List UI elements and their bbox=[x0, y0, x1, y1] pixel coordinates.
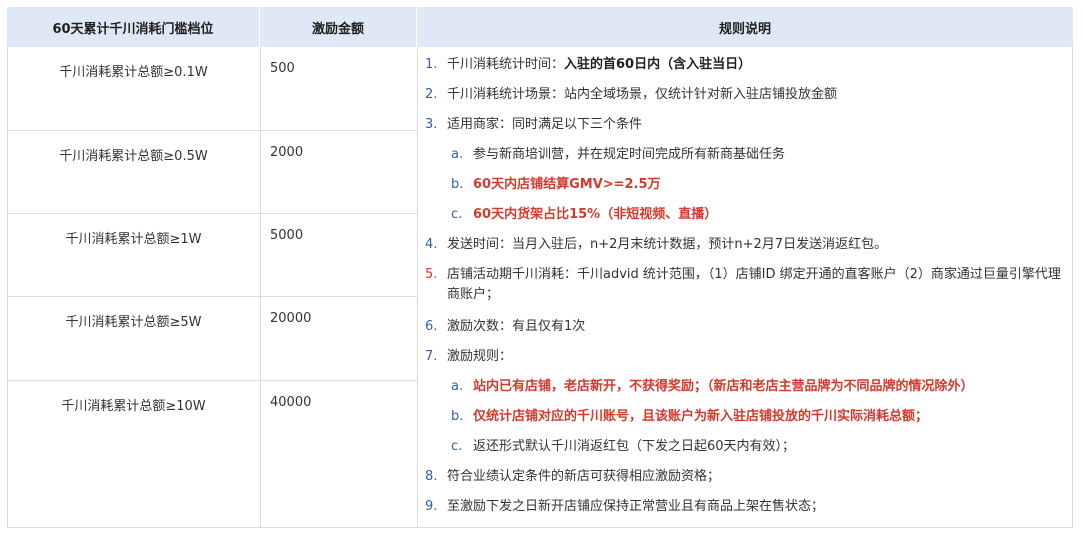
header-amount: 激励金额 bbox=[260, 7, 417, 47]
rule-subitem: b. 60天内店铺结算GMV>=2.5万 bbox=[425, 175, 1073, 205]
tier-amount: 40000 bbox=[270, 395, 312, 410]
rule-item: 5. 店铺活动期千川消耗：千川advid 统计范围，（1）店铺ID 绑定开通的直… bbox=[425, 265, 1073, 317]
rule-text: 参与新商培训营，并在规定时间完成所有新商基础任务 bbox=[473, 147, 786, 162]
rule-text: 返还形式默认千川消返红包（下发之日起60天内有效）； bbox=[473, 439, 796, 454]
rule-subitem: c. 返还形式默认千川消返红包（下发之日起60天内有效）； bbox=[425, 437, 1073, 467]
rule-item: 2. 千川消耗统计场景：站内全域场景，仅统计针对新入驻店铺投放金额 bbox=[425, 85, 1073, 115]
rule-number: 8. bbox=[425, 469, 438, 484]
header-threshold: 60天累计千川消耗门槛档位 bbox=[7, 7, 260, 47]
rule-text: 店铺活动期千川消耗：千川advid 统计范围，（1）店铺ID 绑定开通的直客账户… bbox=[447, 267, 1061, 302]
subitem-letter: c. bbox=[451, 439, 463, 454]
tier-threshold: 千川消耗累计总额≥0.5W bbox=[59, 149, 208, 164]
header-rules: 规则说明 bbox=[417, 7, 1073, 47]
rule-item: 6. 激励次数：有且仅有1次 bbox=[425, 317, 1073, 347]
rule-number: 3. bbox=[425, 117, 438, 132]
rule-highlight: 仅统计店铺对应的千川账号，且该账户为新入驻店铺投放的千川实际消耗总额； bbox=[473, 409, 929, 424]
rule-subitem: c. 60天内货架占比15%（非短视频、直播） bbox=[425, 205, 1073, 235]
subitem-letter: c. bbox=[451, 207, 463, 222]
rule-highlight: 60天内货架占比15%（非短视频、直播） bbox=[473, 207, 718, 222]
rule-number: 9. bbox=[425, 499, 438, 514]
tier-amount: 500 bbox=[270, 61, 295, 76]
rule-text: 千川消耗统计时间： bbox=[447, 57, 565, 72]
rule-item: 3. 适用商家：同时满足以下三个条件 bbox=[425, 115, 1073, 145]
rule-text: 至激励下发之日新开店铺应保持正常营业且有商品上架在售状态； bbox=[447, 499, 825, 514]
rule-highlight: 60天内店铺结算GMV>=2.5万 bbox=[473, 177, 661, 192]
rule-subitem: a. 站内已有店铺，老店新开，不获得奖励；（新店和老店主营品牌为不同品牌的情况除… bbox=[425, 377, 1073, 407]
rule-item: 8. 符合业绩认定条件的新店可获得相应激励资格； bbox=[425, 467, 1073, 497]
incentive-table: 60天累计千川消耗门槛档位 激励金额 规则说明 千川消耗累计总额≥0.1W 50… bbox=[7, 7, 1073, 528]
subitem-letter: a. bbox=[451, 379, 464, 394]
rule-item: 4. 发送时间：当月入驻后，n+2月末统计数据，预计n+2月7日发送消返红包。 bbox=[425, 235, 1073, 265]
tier-threshold: 千川消耗累计总额≥0.1W bbox=[59, 65, 208, 80]
rule-number: 6. bbox=[425, 319, 438, 334]
rule-subitem: a. 参与新商培训营，并在规定时间完成所有新商基础任务 bbox=[425, 145, 1073, 175]
rule-number: 7. bbox=[425, 349, 438, 364]
tier-amount: 5000 bbox=[270, 228, 304, 243]
rule-number: 1. bbox=[425, 57, 438, 72]
rules-list: 1. 千川消耗统计时间： 入驻的首60日内（含入驻当日） 2. 千川消耗统计场景：… bbox=[425, 55, 1073, 527]
tier-threshold: 千川消耗累计总额≥10W bbox=[61, 399, 206, 414]
rule-subitem: b. 仅统计店铺对应的千川账号，且该账户为新入驻店铺投放的千川实际消耗总额； bbox=[425, 407, 1073, 437]
tier-amount: 20000 bbox=[270, 311, 312, 326]
rule-number: 5. bbox=[425, 267, 438, 282]
rule-number: 2. bbox=[425, 87, 438, 102]
table-row: 千川消耗累计总额≥10W 40000 bbox=[7, 381, 417, 528]
rule-number: 4. bbox=[425, 237, 438, 252]
tier-amount: 2000 bbox=[270, 145, 304, 160]
subitem-letter: a. bbox=[451, 147, 464, 162]
table-row: 千川消耗累计总额≥5W 20000 bbox=[7, 297, 417, 381]
rule-text: 发送时间：当月入驻后，n+2月末统计数据，预计n+2月7日发送消返红包。 bbox=[447, 237, 888, 252]
rule-item: 7. 激励规则： bbox=[425, 347, 1073, 377]
rule-highlight: 站内已有店铺，老店新开，不获得奖励；（新店和老店主营品牌为不同品牌的情况除外） bbox=[473, 379, 974, 394]
rule-text: 千川消耗统计场景：站内全域场景，仅统计针对新入驻店铺投放金额 bbox=[447, 87, 838, 102]
table-row: 千川消耗累计总额≥0.5W 2000 bbox=[7, 131, 417, 214]
tier-threshold: 千川消耗累计总额≥5W bbox=[65, 315, 202, 330]
rule-item: 1. 千川消耗统计时间： 入驻的首60日内（含入驻当日） bbox=[425, 55, 1073, 85]
rule-text: 激励规则： bbox=[447, 349, 513, 364]
rule-text: 激励次数：有且仅有1次 bbox=[447, 319, 586, 334]
table-row: 千川消耗累计总额≥1W 5000 bbox=[7, 214, 417, 297]
subitem-letter: b. bbox=[451, 409, 464, 424]
rule-text: 适用商家：同时满足以下三个条件 bbox=[447, 117, 643, 132]
rule-text: 符合业绩认定条件的新店可获得相应激励资格； bbox=[447, 469, 721, 484]
rule-item: 9. 至激励下发之日新开店铺应保持正常营业且有商品上架在售状态； bbox=[425, 497, 1073, 527]
subitem-letter: b. bbox=[451, 177, 464, 192]
table-row: 千川消耗累计总额≥0.1W 500 bbox=[7, 47, 417, 131]
column-divider bbox=[417, 47, 418, 528]
tier-threshold: 千川消耗累计总额≥1W bbox=[65, 232, 202, 247]
rule-emphasis: 入驻的首60日内（含入驻当日） bbox=[564, 57, 752, 72]
